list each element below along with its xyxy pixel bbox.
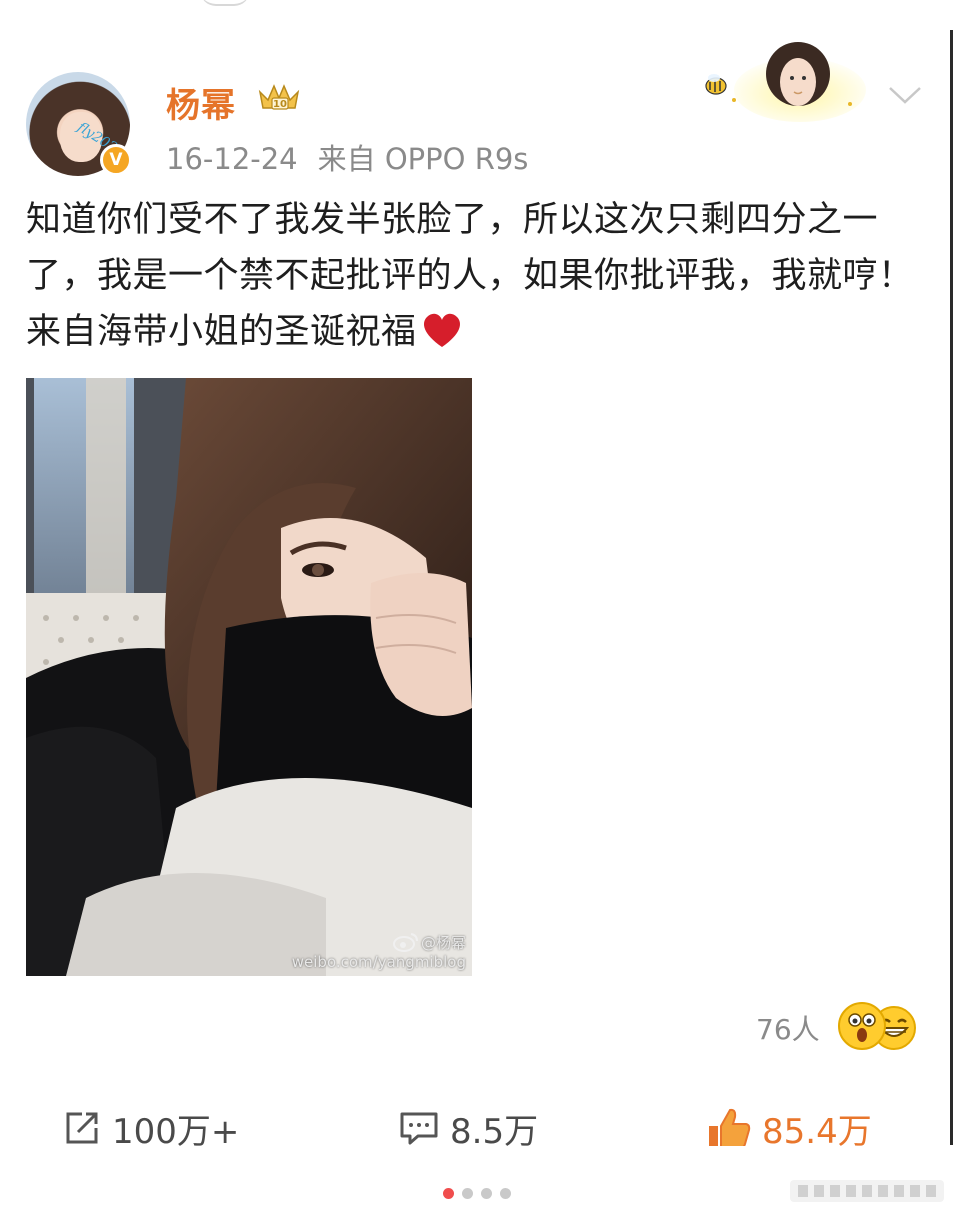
image-watermark: @杨幂 weibo.com/yangmiblog [292,932,466,972]
thumbs-up-icon [709,1108,751,1149]
pager-dot[interactable] [481,1188,492,1199]
post-text-content: 知道你们受不了我发半张脸了，所以这次只剩四分之一了，我是一个禁不起批评的人，如果… [26,200,914,352]
repost-button[interactable]: 100万+ [62,1106,239,1152]
post-meta: 16-12-24 来自 OPPO R9s [166,136,528,178]
post-date: 16-12-24 [166,142,298,176]
repost-icon [66,1112,98,1144]
surprised-face-icon[interactable] [838,1002,886,1050]
weibo-logo-icon [392,933,418,952]
pager-dot[interactable] [500,1188,511,1199]
corner-watermark-icon [790,1180,944,1202]
v-verified-icon: V [100,144,132,176]
reaction-count[interactable]: 76人 [756,1008,820,1048]
watermark-url: weibo.com/yangmiblog [291,953,466,971]
pager-dot-active[interactable] [443,1188,454,1199]
like-button[interactable]: 85.4万 [706,1106,872,1152]
author-name[interactable]: 杨幂 [166,78,236,127]
post-image[interactable]: @杨幂 weibo.com/yangmiblog [26,378,472,976]
comment-icon [400,1112,438,1145]
svg-text:10: 10 [273,99,287,110]
profile-decoration-card-icon[interactable] [700,38,866,122]
red-heart-icon [423,313,460,347]
post-image-illustration [26,378,472,976]
pager-dot[interactable] [462,1188,473,1199]
screenshot-edge-border [950,30,953,1145]
watermark-handle: @杨幂 [420,934,466,952]
post-text: 知道你们受不了我发半张脸了，所以这次只剩四分之一了，我是一个禁不起批评的人，如果… [26,192,916,360]
comment-button[interactable]: 8.5万 [398,1106,538,1152]
post-source[interactable]: 来自 OPPO R9s [318,142,529,176]
crown-level-badge-icon[interactable]: 10 [256,80,302,114]
top-decoration-arc [200,0,250,6]
chevron-down-icon[interactable] [880,80,930,110]
